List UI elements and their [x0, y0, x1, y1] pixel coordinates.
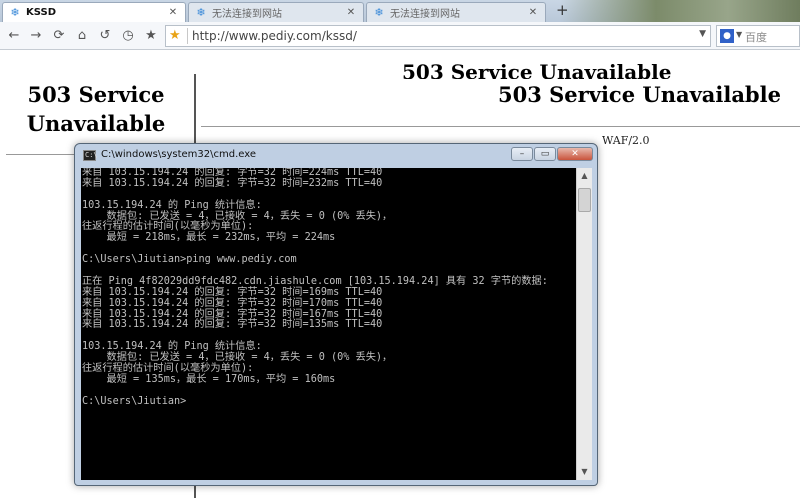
snowflake-icon: ❄: [196, 5, 206, 19]
cmd-window[interactable]: C:\ C:\windows\system32\cmd.exe – ▭ ✕ 来自…: [74, 143, 598, 486]
tab-strip: ❄ KSSD ✕ ❄ 无法连接到网站 ✕ ❄ 无法连接到网站 ✕ +: [0, 0, 800, 22]
tab-connection-error-2[interactable]: ❄ 无法连接到网站 ✕: [366, 2, 546, 22]
frame-left-title: 503 Service Unavailable: [26, 82, 166, 136]
console-line: 来自 103.15.194.24 的回复: 字节=32 时间=135ms TTL…: [82, 319, 383, 331]
address-separator: [187, 28, 188, 44]
tab-label: 无法连接到网站: [212, 9, 282, 20]
horizontal-rule: [201, 126, 800, 127]
home-icon[interactable]: ⌂: [74, 27, 90, 45]
minimize-button[interactable]: –: [511, 147, 533, 161]
forward-arrow-icon[interactable]: →: [28, 27, 44, 45]
scroll-up-icon[interactable]: ▲: [577, 168, 592, 184]
tab-label: KSSD: [26, 7, 57, 18]
console-line: 103.15.194.24 的 Ping 统计信息:: [82, 199, 262, 211]
maximize-button[interactable]: ▭: [534, 147, 556, 161]
address-bar[interactable]: ★ http://www.pediy.com/kssd/ ▼: [165, 25, 711, 47]
console-line: 最短 = 135ms，最长 = 170ms，平均 = 160ms: [82, 373, 336, 385]
console-line: C:\Users\Jiutian>ping www.pediy.com: [82, 254, 297, 266]
frame-top-title: 503 Service Unavailable: [402, 60, 672, 79]
console-line: 来自 103.15.194.24 的回复: 字节=32 时间=232ms TTL…: [82, 177, 383, 189]
console-line: 来自 103.15.194.24 的回复: 字节=32 时间=170ms TTL…: [82, 297, 383, 309]
history-clock-icon[interactable]: ◷: [120, 27, 136, 45]
new-tab-button[interactable]: +: [556, 1, 569, 19]
search-box[interactable]: ● ▼ 百度: [716, 25, 800, 47]
cmd-window-title: C:\windows\system32\cmd.exe: [101, 149, 256, 160]
address-url[interactable]: http://www.pediy.com/kssd/: [192, 29, 357, 43]
chevron-down-icon[interactable]: ▼: [699, 29, 706, 39]
search-engine-icon[interactable]: ●: [720, 29, 734, 43]
snowflake-icon: ❄: [10, 5, 20, 19]
cmd-titlebar[interactable]: C:\ C:\windows\system32\cmd.exe – ▭ ✕: [75, 144, 597, 166]
tab-connection-error-1[interactable]: ❄ 无法连接到网站 ✕: [188, 2, 364, 22]
close-icon[interactable]: ✕: [527, 7, 539, 18]
snowflake-icon: ❄: [374, 5, 384, 19]
scroll-down-icon[interactable]: ▼: [577, 464, 592, 480]
console-output[interactable]: 来自 103.15.194.24 的回复: 字节=32 时间=224ms TTL…: [81, 168, 576, 480]
chevron-down-icon[interactable]: ▼: [736, 30, 742, 39]
close-icon[interactable]: ✕: [167, 7, 179, 18]
console-line: C:\Users\Jiutian>: [82, 395, 187, 407]
scrollbar[interactable]: ▲ ▼: [576, 168, 592, 480]
close-button[interactable]: ✕: [557, 147, 593, 161]
tab-kssd[interactable]: ❄ KSSD ✕: [2, 2, 186, 22]
back-arrow-icon[interactable]: ←: [6, 27, 22, 45]
navigation-bar: ← → ⟳ ⌂ ↺ ◷ ★ ★ http://www.pediy.com/kss…: [0, 22, 800, 50]
bookmark-star-icon[interactable]: ★: [169, 28, 185, 43]
tab-label: 无法连接到网站: [390, 9, 460, 20]
undo-icon[interactable]: ↺: [97, 27, 113, 45]
server-signature: WAF/2.0: [602, 134, 650, 147]
console-line: 最短 = 218ms，最长 = 232ms，平均 = 224ms: [82, 232, 336, 244]
scrollbar-thumb[interactable]: [578, 188, 591, 212]
favorites-star-icon[interactable]: ★: [143, 27, 159, 45]
console-icon: C:\: [83, 150, 98, 161]
close-icon[interactable]: ✕: [345, 7, 357, 18]
refresh-icon[interactable]: ⟳: [51, 27, 67, 45]
search-input[interactable]: 百度: [745, 29, 767, 45]
frame-main-title: 503 Service Unavailable: [498, 82, 781, 107]
